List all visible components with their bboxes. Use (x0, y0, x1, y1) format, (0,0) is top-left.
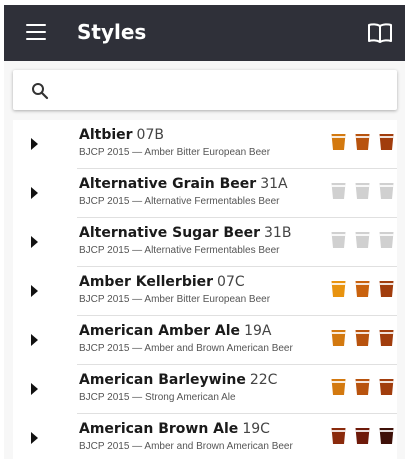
style-name-label: Alternative Sugar Beer (79, 225, 260, 241)
beer-glass-icon (331, 428, 346, 444)
style-name-label: Altbier (79, 127, 133, 143)
style-category: BJCP 2015 — Alternative Fermentables Bee… (79, 245, 280, 256)
list-item[interactable]: American Brown Ale 19C BJCP 2015 — Amber a… (13, 414, 397, 459)
expand-arrow-icon[interactable] (31, 383, 38, 395)
color-glasses (331, 182, 394, 200)
search-input[interactable] (61, 76, 381, 104)
style-code: 22C (249, 372, 278, 388)
style-code: 07C (217, 274, 245, 290)
style-text: Amber Kellerbier 07C BJCP 2015 — Amber Bit… (79, 274, 270, 305)
style-category: BJCP 2015 — Amber and Brown American Bee… (79, 441, 293, 452)
beer-glass-icon (331, 183, 346, 199)
list-item[interactable]: Alternative Sugar Beer 31B BJCP 2015 — Alt… (13, 218, 397, 267)
style-name: Amber Kellerbier 07C (79, 274, 270, 290)
beer-glass-icon (355, 134, 370, 150)
style-name-label: Amber Kellerbier (79, 274, 214, 290)
style-code: 07B (136, 127, 164, 143)
app-bar: Styles (4, 5, 405, 61)
list-item[interactable]: American Amber Ale 19A BJCP 2015 — Amber a… (13, 316, 397, 365)
list-item[interactable]: Alternative Grain Beer 31A BJCP 2015 — Alt… (13, 169, 397, 218)
color-glasses (331, 133, 394, 151)
color-glasses (331, 427, 394, 445)
style-code: 31B (264, 225, 292, 241)
beer-glass-icon (355, 330, 370, 346)
beer-glass-icon (355, 183, 370, 199)
beer-glass-icon (355, 379, 370, 395)
style-code: 31A (260, 176, 288, 192)
color-glasses (331, 231, 394, 249)
style-name-label: American Brown Ale (79, 421, 239, 437)
style-code: 19A (244, 323, 272, 339)
beer-glass-icon (379, 379, 394, 395)
style-category: BJCP 2015 — Strong American Ale (79, 392, 236, 403)
expand-arrow-icon[interactable] (31, 187, 38, 199)
search-icon[interactable] (31, 82, 49, 100)
style-text: American Amber Ale 19A BJCP 2015 — Amber a… (79, 323, 293, 354)
color-glasses (331, 280, 394, 298)
style-text: Alternative Sugar Beer 31B BJCP 2015 — Alt… (79, 225, 291, 256)
page-title: Styles (77, 20, 147, 44)
beer-glass-icon (379, 281, 394, 297)
style-name-label: American Barleywine (79, 372, 246, 388)
styles-content: Altbier 07B BJCP 2015 — Amber Bitter Europ… (4, 61, 405, 459)
styles-list: Altbier 07B BJCP 2015 — Amber Bitter Europ… (13, 120, 397, 459)
expand-arrow-icon[interactable] (31, 285, 38, 297)
beer-glass-icon (379, 134, 394, 150)
style-name: American Barleywine 22C (79, 372, 277, 388)
search-bar (13, 70, 397, 110)
beer-glass-icon (379, 428, 394, 444)
list-item[interactable]: Amber Kellerbier 07C BJCP 2015 — Amber Bit… (13, 267, 397, 316)
style-name: Alternative Grain Beer 31A (79, 176, 288, 192)
style-text: American Barleywine 22C BJCP 2015 — Strong… (79, 372, 277, 403)
style-text: Alternative Grain Beer 31A BJCP 2015 — Alt… (79, 176, 288, 207)
beer-glass-icon (331, 232, 346, 248)
beer-glass-icon (355, 232, 370, 248)
color-glasses (331, 329, 394, 347)
style-name: Altbier 07B (79, 127, 270, 143)
beer-glass-icon (331, 379, 346, 395)
style-name: American Brown Ale 19C (79, 421, 293, 437)
expand-arrow-icon[interactable] (31, 236, 38, 248)
expand-arrow-icon[interactable] (31, 138, 38, 150)
color-glasses (331, 378, 394, 396)
style-category: BJCP 2015 — Amber Bitter European Beer (79, 147, 271, 158)
beer-glass-icon (331, 330, 346, 346)
list-item[interactable]: American Barleywine 22C BJCP 2015 — Strong… (13, 365, 397, 414)
list-item[interactable]: Altbier 07B BJCP 2015 — Amber Bitter Europ… (13, 120, 397, 169)
menu-icon[interactable] (26, 24, 46, 40)
beer-glass-icon (355, 428, 370, 444)
beer-glass-icon (379, 232, 394, 248)
style-name-label: American Amber Ale (79, 323, 241, 339)
style-name: American Amber Ale 19A (79, 323, 293, 339)
style-name-label: Alternative Grain Beer (79, 176, 257, 192)
beer-glass-icon (331, 134, 346, 150)
style-category: BJCP 2015 — Amber Bitter European Beer (79, 294, 271, 305)
expand-arrow-icon[interactable] (31, 432, 38, 444)
style-code: 19C (242, 421, 270, 437)
style-text: American Brown Ale 19C BJCP 2015 — Amber a… (79, 421, 293, 452)
expand-arrow-icon[interactable] (31, 334, 38, 346)
style-category: BJCP 2015 — Amber and Brown American Bee… (79, 343, 293, 354)
style-text: Altbier 07B BJCP 2015 — Amber Bitter Europ… (79, 127, 270, 158)
style-category: BJCP 2015 — Alternative Fermentables Bee… (79, 196, 280, 207)
beer-glass-icon (379, 183, 394, 199)
style-name: Alternative Sugar Beer 31B (79, 225, 291, 241)
beer-glass-icon (331, 281, 346, 297)
beer-glass-icon (379, 330, 394, 346)
book-icon[interactable] (367, 22, 393, 44)
beer-glass-icon (355, 281, 370, 297)
